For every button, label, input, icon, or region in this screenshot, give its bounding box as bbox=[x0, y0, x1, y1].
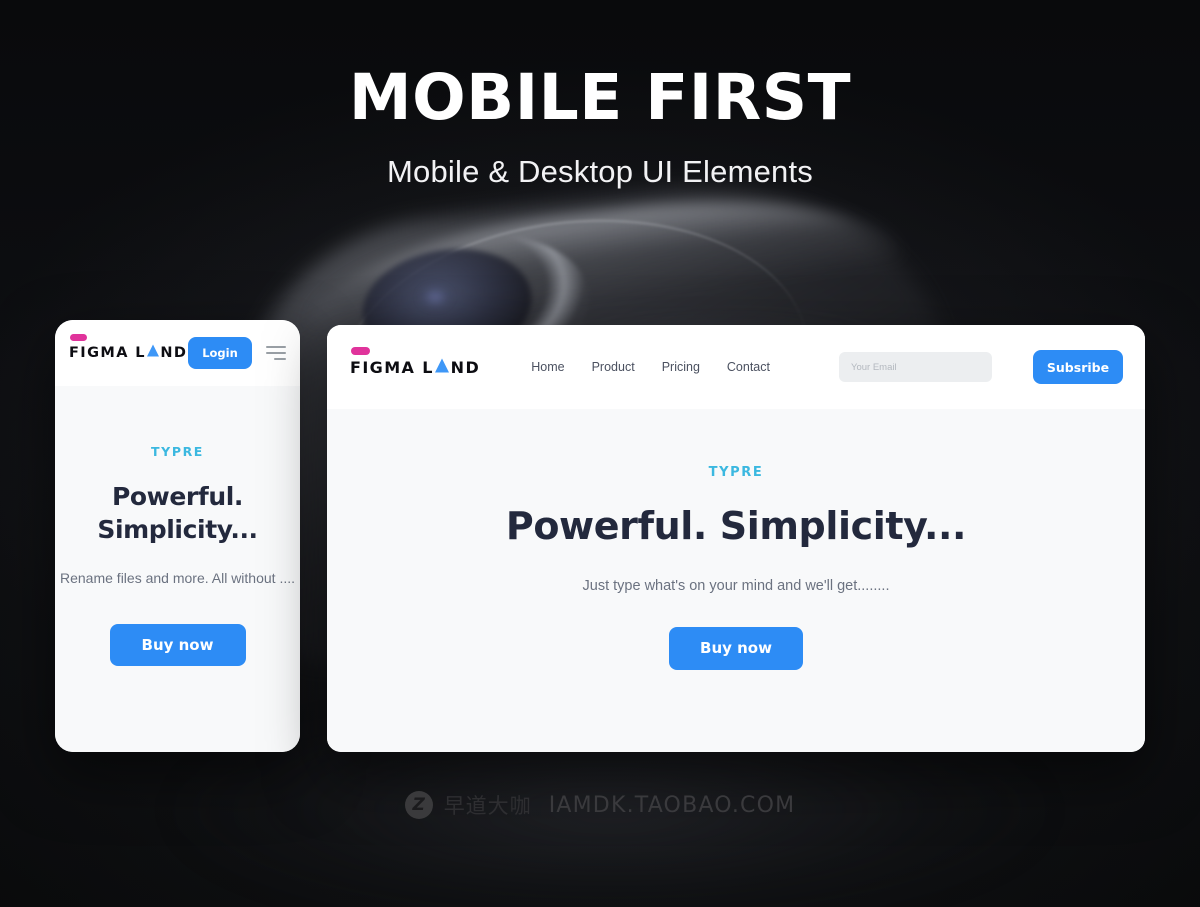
hamburger-line-2 bbox=[266, 351, 286, 355]
mobile-header: FIGMA L ND Login bbox=[55, 320, 300, 386]
desktop-hero-title: Powerful. Simplicity... bbox=[505, 504, 967, 548]
mobile-hero-eyebrow: TYPRE bbox=[151, 444, 204, 459]
mobile-hero-title: Powerful. Simplicity... bbox=[97, 482, 258, 544]
hamburger-line-1 bbox=[266, 345, 286, 349]
desktop-buy-now-button[interactable]: Buy now bbox=[669, 626, 803, 670]
poster-headline-block: MOBILE FIRST Mobile & Desktop UI Element… bbox=[0, 66, 1200, 190]
mobile-buy-now-button[interactable]: Buy now bbox=[109, 623, 246, 666]
desktop-logo-text: FIGMA L ND bbox=[350, 357, 481, 377]
desktop-nav: Home Product Pricing Contact Subsribe bbox=[531, 350, 1123, 384]
mobile-logo[interactable]: FIGMA L ND bbox=[69, 334, 188, 362]
poster-title: MOBILE FIRST bbox=[348, 61, 852, 134]
watermark: Z 早道大咖 IAMDK.TAOBAO.COM bbox=[0, 790, 1200, 820]
mobile-mockup-card: FIGMA L ND Login TYPRE Powerful. Simplic… bbox=[55, 320, 300, 752]
nav-link-pricing[interactable]: Pricing bbox=[662, 360, 700, 374]
logo-triangle-icon bbox=[147, 344, 160, 357]
logo-text-suffix: ND bbox=[450, 357, 481, 377]
email-input[interactable] bbox=[839, 352, 992, 382]
hamburger-line-3 bbox=[274, 357, 286, 361]
mobile-hero-description: Rename files and more. All without .... bbox=[60, 570, 295, 586]
logo-magenta-bar bbox=[351, 346, 370, 355]
poster-stage: MOBILE FIRST Mobile & Desktop UI Element… bbox=[0, 0, 1200, 907]
subscribe-button[interactable]: Subsribe bbox=[1033, 350, 1123, 384]
logo-text-suffix: ND bbox=[160, 345, 188, 362]
watermark-chinese-text: 早道大咖 bbox=[443, 794, 532, 818]
desktop-logo[interactable]: FIGMA L ND bbox=[350, 346, 481, 377]
hamburger-icon[interactable] bbox=[264, 345, 286, 361]
mobile-hero-section: TYPRE Powerful. Simplicity... Rename fil… bbox=[55, 386, 300, 752]
login-button[interactable]: Login bbox=[188, 337, 252, 369]
desktop-header: FIGMA L ND Home Product Pricing Contact … bbox=[327, 325, 1145, 409]
nav-link-product[interactable]: Product bbox=[592, 360, 635, 374]
logo-text-prefix: FIGMA L bbox=[69, 345, 146, 362]
desktop-hero-description: Just type what's on your mind and we'll … bbox=[582, 577, 890, 594]
camera-lens-flare bbox=[420, 286, 450, 308]
desktop-hero-section: TYPRE Powerful. Simplicity... Just type … bbox=[327, 409, 1145, 752]
desktop-mockup-card: FIGMA L ND Home Product Pricing Contact … bbox=[327, 325, 1145, 752]
phone-edge-highlight bbox=[296, 175, 904, 339]
mobile-logo-text: FIGMA L ND bbox=[69, 344, 188, 362]
logo-triangle-icon bbox=[435, 358, 450, 372]
logo-text-prefix: FIGMA L bbox=[350, 357, 434, 377]
desktop-hero-eyebrow: TYPRE bbox=[708, 465, 764, 480]
logo-magenta-bar bbox=[70, 334, 87, 342]
watermark-badge-icon: Z bbox=[404, 791, 433, 819]
nav-link-home[interactable]: Home bbox=[531, 360, 564, 374]
nav-link-contact[interactable]: Contact bbox=[727, 360, 770, 374]
poster-subtitle: Mobile & Desktop UI Elements bbox=[387, 154, 813, 189]
watermark-url-text: IAMDK.TAOBAO.COM bbox=[548, 792, 796, 818]
